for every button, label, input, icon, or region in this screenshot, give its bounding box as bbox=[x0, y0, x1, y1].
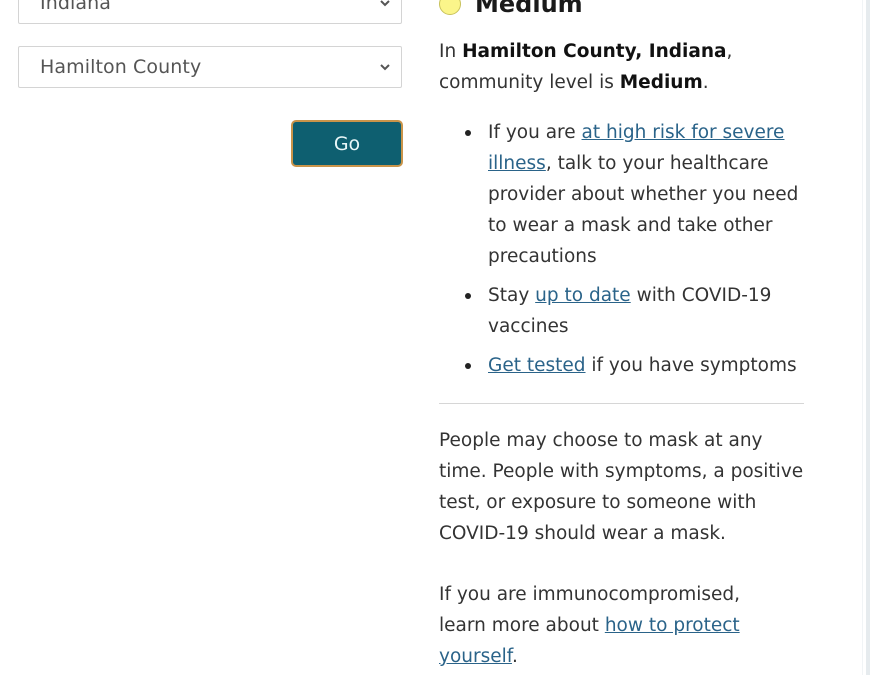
recommendations-list: If you are at high risk for severe illne… bbox=[439, 117, 819, 389]
mask-note: People may choose to mask at any time. P… bbox=[439, 430, 804, 544]
summary-place: Hamilton County, Indiana bbox=[462, 41, 727, 62]
summary-prefix: In bbox=[439, 41, 463, 62]
list-item: Stay up to date with COVID-19 vaccines bbox=[439, 280, 819, 342]
panel-edge bbox=[862, 0, 863, 675]
up-to-date-link[interactable]: up to date bbox=[535, 285, 631, 306]
bullet-text: Stay bbox=[488, 285, 536, 306]
chevron-down-icon bbox=[380, 64, 390, 71]
immuno-end: . bbox=[511, 646, 518, 667]
level-label: Medium bbox=[475, 0, 583, 18]
go-button[interactable]: Go bbox=[291, 120, 403, 167]
divider bbox=[439, 403, 804, 404]
state-select[interactable]: Indiana bbox=[18, 0, 402, 24]
chevron-down-icon bbox=[380, 0, 390, 7]
bullet-text: if you have symptoms bbox=[585, 355, 797, 376]
bullet-text: If you are bbox=[488, 122, 582, 143]
level-summary: In Hamilton County, Indiana, community l… bbox=[439, 36, 759, 98]
scrollbar-track[interactable] bbox=[866, 0, 870, 675]
county-select-value: Hamilton County bbox=[40, 56, 202, 78]
summary-comma: , bbox=[726, 41, 733, 62]
summary-line2: community level is bbox=[439, 72, 620, 93]
list-item: If you are at high risk for severe illne… bbox=[439, 117, 819, 272]
state-select-value: Indiana bbox=[40, 0, 112, 14]
immunocompromised-note: If you are immunocompromised, learn more… bbox=[439, 579, 769, 672]
summary-end: . bbox=[702, 72, 709, 93]
get-tested-link[interactable]: Get tested bbox=[488, 355, 586, 376]
summary-level: Medium bbox=[619, 72, 703, 93]
county-select[interactable]: Hamilton County bbox=[18, 46, 402, 88]
level-indicator-icon bbox=[439, 0, 461, 15]
list-item: Get tested if you have symptoms bbox=[439, 350, 819, 381]
community-level: Medium bbox=[439, 0, 583, 18]
